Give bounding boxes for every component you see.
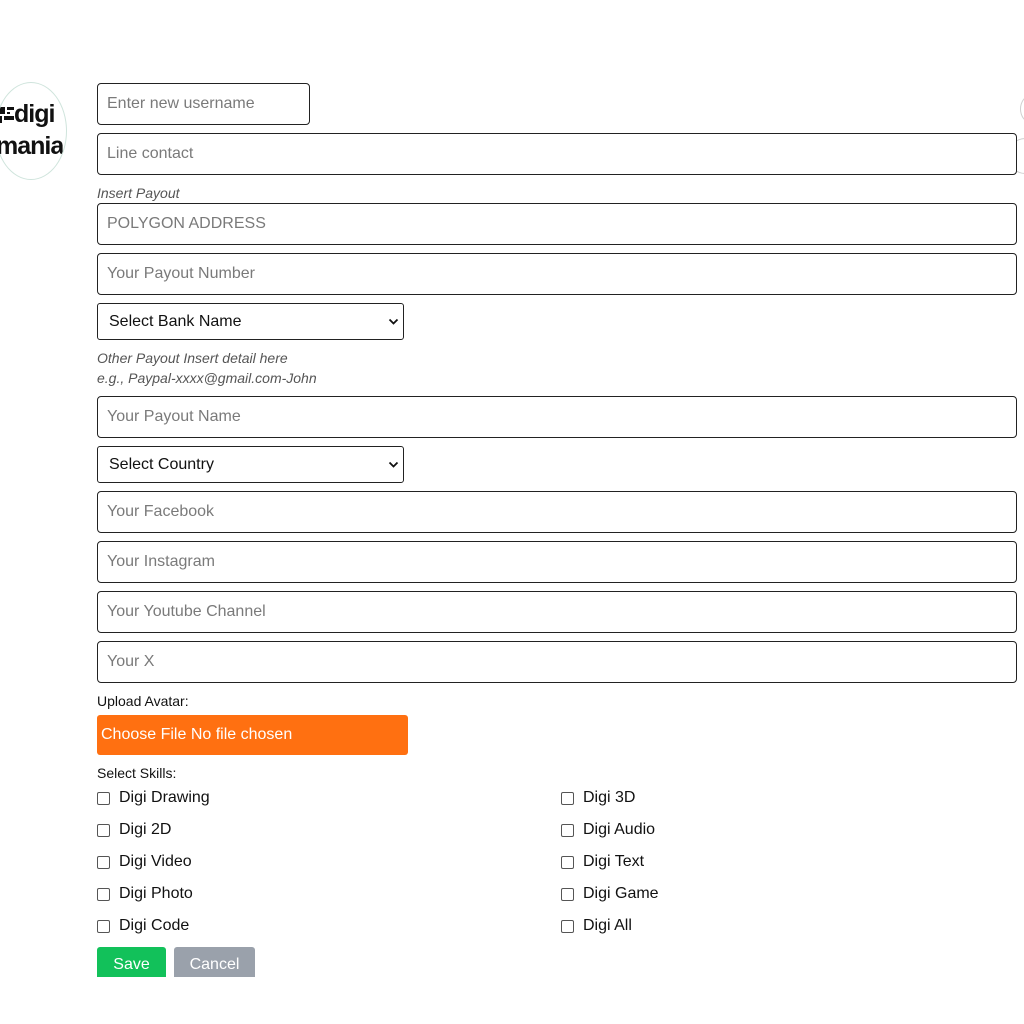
country-select[interactable]: Select Country [97,446,404,483]
skill-label: Digi All [583,917,632,934]
digimania-logo: digi mania [0,82,67,180]
skill-label: Digi Code [119,917,190,934]
profile-form-page: digi mania Insert Payout Select Bank Nam… [0,0,1024,1024]
other-payout-hint: Other Payout Insert detail here [97,350,288,366]
checkbox[interactable] [97,855,110,869]
skill-label: Digi Drawing [119,789,210,806]
checkbox[interactable] [97,823,110,837]
upload-avatar-label: Upload Avatar: [97,693,189,709]
youtube-input[interactable] [97,591,1017,633]
skill-option[interactable]: Digi Photo [97,885,193,903]
polygon-address-input[interactable] [97,203,1017,245]
skill-label: Digi 2D [119,821,172,838]
skill-label: Digi Game [583,885,659,902]
bank-name-select-value: Select Bank Name [109,312,242,330]
bank-name-select[interactable]: Select Bank Name [97,303,404,340]
edge-control-top[interactable] [1020,95,1024,123]
checkbox[interactable] [97,791,110,805]
logo-text-digi: digi [14,100,55,128]
viewport-cutoff [90,977,290,997]
instagram-input[interactable] [97,541,1017,583]
skill-label: Digi Video [119,853,192,870]
checkbox[interactable] [561,887,574,901]
chevron-down-icon [388,461,399,468]
logo-mark-icon [0,107,14,123]
checkbox[interactable] [561,823,574,837]
username-input[interactable] [97,83,310,125]
skill-option[interactable]: Digi Drawing [97,789,210,807]
payout-number-input[interactable] [97,253,1017,295]
chevron-down-icon [388,318,399,325]
skill-label: Digi Audio [583,821,656,838]
checkbox[interactable] [97,919,110,933]
checkbox[interactable] [561,855,574,869]
logo-text-mania: mania [0,132,64,160]
skill-label: Digi Photo [119,885,193,902]
skill-option[interactable]: Digi 2D [97,821,171,839]
checkbox[interactable] [561,919,574,933]
other-payout-example: e.g., Paypal-xxxx@gmail.com-John [97,370,317,386]
skill-label: Digi 3D [583,789,636,806]
skill-option[interactable]: Digi Code [97,917,189,935]
checkbox[interactable] [561,791,574,805]
skill-label: Digi Text [583,853,645,870]
skill-option[interactable]: Digi All [561,917,632,935]
x-input[interactable] [97,641,1017,683]
line-contact-input[interactable] [97,133,1017,175]
choose-file-button[interactable]: Choose File No file chosen [97,715,408,755]
skill-option[interactable]: Digi Audio [561,821,655,839]
payout-name-input[interactable] [97,396,1017,438]
facebook-input[interactable] [97,491,1017,533]
country-select-value: Select Country [109,455,214,473]
skill-option[interactable]: Digi Video [97,853,192,871]
skill-option[interactable]: Digi Text [561,853,644,871]
skill-option[interactable]: Digi 3D [561,789,635,807]
skill-option[interactable]: Digi Game [561,885,659,903]
checkbox[interactable] [97,887,110,901]
select-skills-label: Select Skills: [97,765,177,781]
insert-payout-hint: Insert Payout [97,185,180,201]
